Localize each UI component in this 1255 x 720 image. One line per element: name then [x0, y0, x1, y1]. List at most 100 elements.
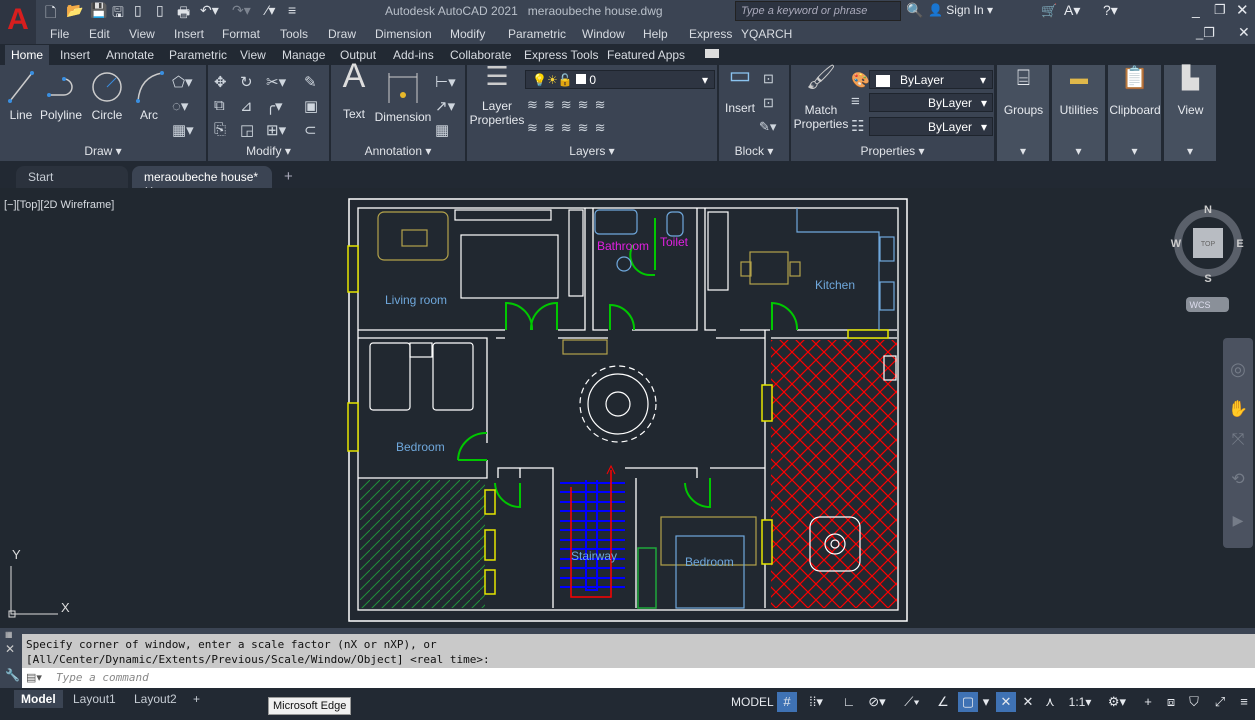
annotation-visibility-icon[interactable]: ✕ [996, 692, 1016, 712]
tab-view[interactable]: View [240, 48, 266, 62]
tab-featured-apps[interactable]: Featured Apps [607, 48, 685, 62]
clipboard-panel[interactable]: 📋 Clipboard ▾ [1108, 65, 1162, 161]
view-panel[interactable]: ▙ View ▾ [1164, 65, 1217, 161]
cart-icon[interactable]: 🛒 [1041, 3, 1057, 19]
open-icon[interactable]: 📂 [66, 2, 83, 19]
osnap-menu-icon[interactable]: ▾ [979, 692, 993, 712]
annotation-scale-dropdown[interactable]: 1:1▾ [1063, 692, 1097, 712]
annotation-monitor-icon[interactable]: + [1138, 692, 1158, 712]
create-block-icon[interactable]: ⊡ [763, 71, 774, 87]
mirror-icon[interactable]: ⊿ [240, 97, 253, 115]
save-icon[interactable]: 💾 [90, 2, 107, 19]
circle-tool[interactable]: Circle [88, 69, 126, 122]
match-properties-tool[interactable]: 🖌 Match Properties [793, 66, 849, 132]
stretch-icon[interactable]: ⎘ [214, 121, 226, 138]
tab-manage[interactable]: Manage [282, 48, 325, 62]
menu-file[interactable]: File [50, 27, 69, 41]
layer-tools-row2-icons[interactable]: ≋≋≋≋≋ [527, 120, 611, 136]
annotation-scale-icon[interactable]: ⋏ [1040, 692, 1060, 712]
ortho-icon[interactable]: ∟ [838, 692, 860, 712]
command-input[interactable]: Type a command [22, 668, 1255, 688]
menu-insert[interactable]: Insert [174, 27, 204, 41]
search-input[interactable]: Type a keyword or phrase [735, 1, 901, 21]
insert-block-tool[interactable]: ▭ Insert [721, 64, 759, 116]
units-icon[interactable]: ⧈ [1161, 692, 1181, 712]
layer-properties-tool[interactable]: ☰ Layer Properties [469, 63, 525, 127]
command-menu-icon[interactable]: ▤▾ [26, 671, 42, 684]
modify-panel-title[interactable]: Modify ▾ [208, 144, 329, 158]
properties-panel-title[interactable]: Properties ▾ [791, 144, 994, 158]
menu-view[interactable]: View [129, 27, 155, 41]
tab-add-ins[interactable]: Add-ins [393, 48, 434, 62]
scale-icon[interactable]: ◲ [240, 121, 254, 139]
linetype-dropdown[interactable]: ByLayer ▾ [869, 117, 993, 136]
tab-start[interactable]: Start [16, 166, 128, 188]
grid-icon[interactable]: # [777, 692, 797, 712]
polyline-tool[interactable]: Polyline [40, 69, 82, 122]
menu-help[interactable]: Help [643, 27, 668, 41]
viewcube[interactable]: TOP N S W E WCS [1171, 204, 1244, 312]
close-button[interactable]: ✕ [1236, 1, 1249, 19]
customize-quick-access-icon[interactable]: ≡ [288, 2, 296, 18]
tab-layout2[interactable]: Layout2 [127, 690, 184, 708]
doc-close-button[interactable]: ✕ [1238, 24, 1250, 41]
sign-in-button[interactable]: 👤 Sign In ▾ [928, 3, 993, 17]
isodraft-icon[interactable]: ⟋▾ [896, 692, 928, 712]
menu-draw[interactable]: Draw [328, 27, 356, 41]
copy-icon[interactable]: ⧉ [214, 97, 225, 114]
tab-annotate[interactable]: Annotate [106, 48, 154, 62]
array-icon[interactable]: ⊞▾ [266, 121, 286, 139]
layers-panel-title[interactable]: Layers ▾ [467, 144, 717, 158]
redo-icon[interactable]: ↷▾ [232, 2, 251, 19]
table-icon[interactable]: ▦ [435, 121, 449, 139]
tab-insert[interactable]: Insert [60, 48, 90, 62]
move-icon[interactable]: ✥ [214, 73, 227, 91]
offset-icon[interactable]: ⊂ [304, 121, 317, 139]
drag-handle-icon[interactable]: ▦ [5, 630, 13, 639]
annotation-panel-title[interactable]: Annotation ▾ [331, 144, 465, 158]
leader-icon[interactable]: ↗▾ [435, 97, 455, 115]
draw-panel-title[interactable]: Draw ▾ [0, 144, 206, 158]
menu-dimension[interactable]: Dimension [375, 27, 432, 41]
erase-icon[interactable]: ✎ [304, 73, 317, 91]
polar-tracking-icon[interactable]: ⊘▾ [861, 692, 893, 712]
object-snap-tracking-icon[interactable]: ∠ [932, 692, 954, 712]
layer-tools-row1-icons[interactable]: ≋≋≋≋≋ [527, 97, 611, 113]
linear-dimension-icon[interactable]: ⊢▾ [435, 73, 456, 91]
new-icon[interactable]: 🗋 [45, 2, 56, 26]
lineweight-dropdown[interactable]: ByLayer ▾ [869, 93, 993, 112]
menu-tools[interactable]: Tools [280, 27, 308, 41]
save-web-icon[interactable]: ▯ [156, 2, 164, 19]
search-icon[interactable]: 🔍 [906, 2, 923, 19]
text-tool[interactable]: A Text [337, 59, 371, 121]
navigation-bar[interactable]: ◎ ✋ ⤧ ⟲ ▶ [1223, 338, 1253, 548]
auto-scale-icon[interactable]: ✕ [1018, 692, 1038, 712]
tab-model[interactable]: Model [14, 690, 63, 708]
menu-modify[interactable]: Modify [450, 27, 485, 41]
save-as-icon[interactable]: 🖫 [112, 2, 124, 26]
arc-tool[interactable]: Arc [132, 69, 166, 122]
autodesk-app-icon[interactable]: A▾ [1064, 2, 1080, 19]
customize-wrench-icon[interactable]: 🔧 [5, 668, 20, 682]
menu-parametric[interactable]: Parametric [508, 27, 566, 41]
match-line-icon[interactable]: ⁄▾ [266, 2, 275, 19]
open-web-icon[interactable]: ▯ [134, 2, 142, 19]
help-icon[interactable]: ?▾ [1103, 2, 1118, 19]
menu-format[interactable]: Format [222, 27, 260, 41]
polygon-icon[interactable]: ⬠▾ [172, 73, 193, 91]
edit-block-icon[interactable]: ⊡ [763, 95, 774, 111]
trim-icon[interactable]: ✂▾ [266, 73, 286, 91]
menu-edit[interactable]: Edit [89, 27, 110, 41]
new-tab-button[interactable]: + [284, 168, 293, 185]
menu-express[interactable]: Express [689, 27, 732, 41]
groups-panel[interactable]: ⌸ Groups ▾ [997, 65, 1050, 161]
ribbon-minimize-button[interactable] [705, 49, 719, 58]
tab-layout1[interactable]: Layout1 [66, 690, 123, 708]
3d-box-icon[interactable]: ▣ [304, 97, 318, 115]
color-dropdown[interactable]: ByLayer ▾ [869, 70, 993, 89]
fillet-icon[interactable]: ╭▾ [266, 97, 283, 115]
undo-icon[interactable]: ↶▾ [200, 2, 219, 19]
restore-button[interactable]: ❐ [1214, 2, 1226, 18]
line-tool[interactable]: Line [4, 69, 38, 122]
tab-collaborate[interactable]: Collaborate [450, 48, 511, 62]
